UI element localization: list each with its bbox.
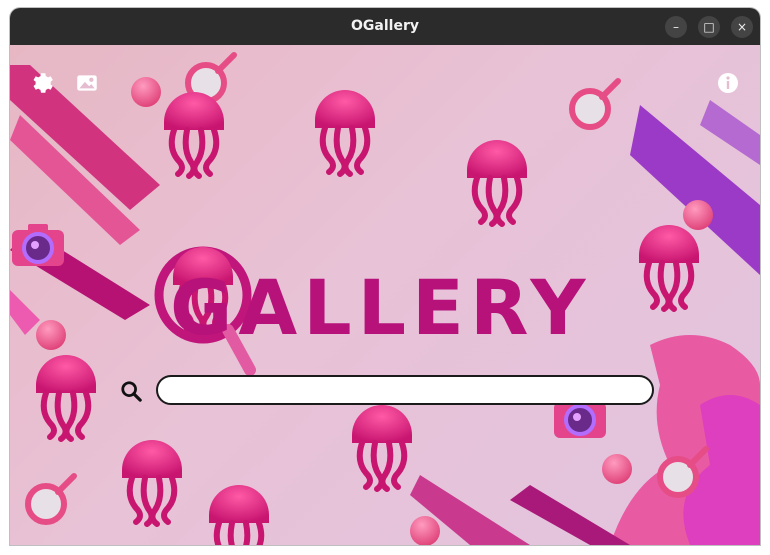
magnifier-icon: [121, 381, 142, 402]
logo-text: GALLERY: [170, 263, 592, 352]
minimize-button[interactable]: –: [665, 16, 687, 38]
close-button[interactable]: ×: [731, 16, 753, 38]
title-bar: OGallery – □ ×: [10, 8, 760, 45]
info-icon: [718, 73, 738, 93]
settings-button[interactable]: [28, 70, 54, 96]
window-title: OGallery: [351, 18, 419, 34]
app-window: OGallery – □ × GALLERY: [10, 8, 760, 545]
gear-icon: [33, 73, 53, 93]
maximize-button[interactable]: □: [698, 16, 720, 38]
image-icon: [77, 75, 97, 91]
gallery-button[interactable]: [74, 70, 100, 96]
main-content: GALLERY: [10, 45, 760, 545]
search-input[interactable]: [156, 375, 654, 405]
info-button[interactable]: [716, 71, 742, 97]
